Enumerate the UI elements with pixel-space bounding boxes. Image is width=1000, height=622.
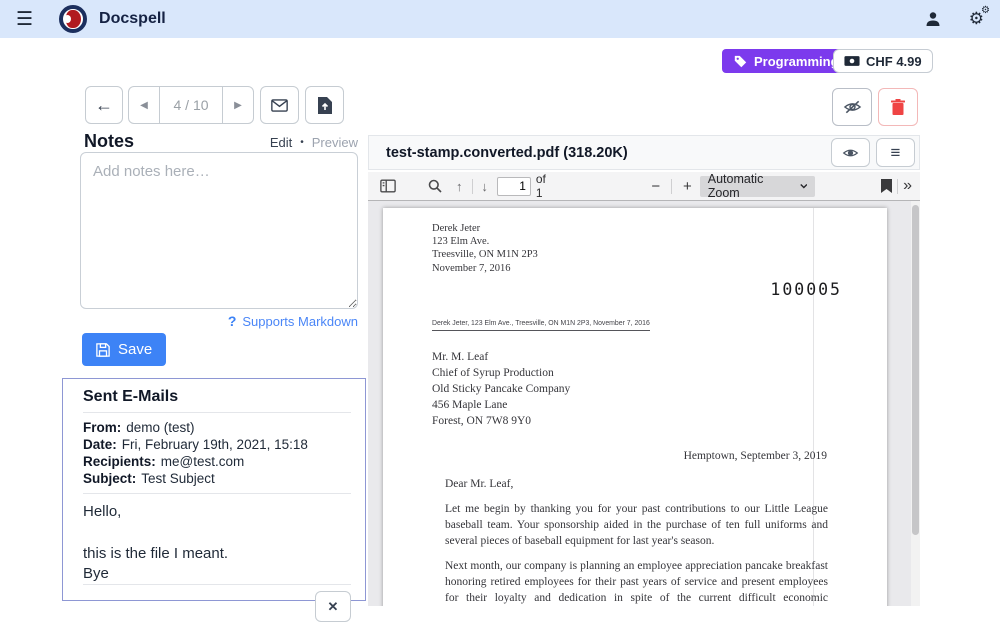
search-icon[interactable] xyxy=(428,179,442,193)
mail-footer: ✕ xyxy=(83,584,351,622)
find-next-icon[interactable]: ↓ xyxy=(477,179,492,194)
menu-icon: ≡ xyxy=(891,143,901,163)
attachment-file-title: test-stamp.converted.pdf (318.20K) xyxy=(386,145,628,161)
trash-icon xyxy=(891,99,905,115)
user-account-icon[interactable] xyxy=(925,11,941,27)
notes-preview-tab[interactable]: Preview xyxy=(312,135,358,150)
scrollbar-thumb[interactable] xyxy=(912,205,919,535)
file-upload-icon xyxy=(318,97,332,114)
mail-body: Hello, this is the file I meant. Bye xyxy=(83,494,351,584)
notes-header: Notes Edit • Preview xyxy=(84,131,358,152)
help-question-icon[interactable]: ? xyxy=(228,313,237,329)
notes-title: Notes xyxy=(84,131,134,152)
save-button[interactable]: Save xyxy=(82,333,166,366)
letter-dateline: Hemptown, September 3, 2019 xyxy=(684,450,827,462)
prev-item-button[interactable]: ◀ xyxy=(129,87,160,123)
view-attachment-button[interactable] xyxy=(831,138,870,167)
bookmark-icon[interactable] xyxy=(881,179,892,193)
price-label: CHF 4.99 xyxy=(866,54,922,69)
page-nav-group: ◀ 4 / 10 ▶ xyxy=(128,86,254,124)
money-icon xyxy=(844,55,860,67)
tag-badge-programming[interactable]: Programming xyxy=(722,49,851,73)
letter-paragraph: Let me begin by thanking you for your pa… xyxy=(445,502,828,549)
zoom-out-icon[interactable]: − xyxy=(645,178,666,195)
topbar-actions: ⚙⚙ xyxy=(925,9,984,29)
prev-triangle-icon: ◀ xyxy=(140,100,148,111)
mail-from-field: From:demo (test) xyxy=(83,419,351,436)
page-count-label: of 1 xyxy=(536,172,553,200)
app-title: Docspell xyxy=(99,10,166,28)
send-mail-button[interactable] xyxy=(260,86,299,124)
letter-body: Let me begin by thanking you for your pa… xyxy=(445,502,828,606)
pdf-page: Derek Jeter 123 Elm Ave. Treesville, ON … xyxy=(383,208,887,606)
envelope-icon xyxy=(271,99,288,112)
next-triangle-icon: ▶ xyxy=(234,100,242,111)
price-badge[interactable]: CHF 4.99 xyxy=(833,49,933,73)
markdown-hint-row: ? Supports Markdown xyxy=(80,313,358,329)
back-arrow-button[interactable]: ← xyxy=(85,86,123,124)
next-item-button[interactable]: ▶ xyxy=(222,87,253,123)
docspell-app: ☰ Docspell ⚙⚙ Programming CHF 4.99 ← ◀ 4… xyxy=(0,0,1000,606)
close-mail-panel-button[interactable]: ✕ xyxy=(315,591,351,622)
document-number-stamp: 100005 xyxy=(770,280,842,299)
topbar: ☰ Docspell ⚙⚙ xyxy=(0,0,1000,38)
docspell-logo xyxy=(59,5,87,33)
delete-item-button[interactable] xyxy=(878,88,918,126)
hamburger-menu-icon[interactable]: ☰ xyxy=(16,10,33,29)
eye-icon xyxy=(842,147,859,159)
pdf-scrollbar[interactable] xyxy=(911,201,920,606)
mail-recipients-field: Recipients:me@test.com xyxy=(83,453,351,470)
add-file-button[interactable] xyxy=(305,86,344,124)
letter-paragraph: Next month, our company is planning an e… xyxy=(445,559,828,606)
mail-subject-field: Subject:Test Subject xyxy=(83,470,351,487)
save-button-label: Save xyxy=(118,341,152,358)
tag-icon xyxy=(734,55,747,68)
logo-shape-cut xyxy=(64,15,71,23)
letter-salutation: Dear Mr. Leaf, xyxy=(445,478,513,490)
close-icon: ✕ xyxy=(328,599,339,615)
page-number-input[interactable] xyxy=(497,177,531,196)
item-position-indicator: 4 / 10 xyxy=(160,87,222,123)
sent-emails-title: Sent E-Mails xyxy=(83,388,351,413)
hide-preview-button[interactable] xyxy=(832,88,872,126)
notes-input[interactable] xyxy=(80,152,358,309)
tag-label: Programming xyxy=(754,54,839,69)
letter-recipient-address: Mr. M. Leaf Chief of Syrup Production Ol… xyxy=(432,349,570,429)
attachment-menu-button[interactable]: ≡ xyxy=(876,138,915,167)
notes-mode-switch: Edit • Preview xyxy=(270,135,358,150)
letter-sender-address: Derek Jeter 123 Elm Ave. Treesville, ON … xyxy=(432,222,538,275)
sent-emails-panel: Sent E-Mails From:demo (test) Date:Fri, … xyxy=(62,378,366,601)
zoom-in-icon[interactable]: + xyxy=(677,178,698,195)
floppy-disk-icon xyxy=(96,343,110,357)
more-tools-icon[interactable]: » xyxy=(903,177,912,195)
zoom-level-value: Automatic Zoom xyxy=(708,172,786,200)
attachment-header: test-stamp.converted.pdf (318.20K) ≡ xyxy=(368,135,920,170)
zoom-level-select[interactable]: Automatic Zoom xyxy=(700,176,815,197)
settings-gears-icon[interactable]: ⚙⚙ xyxy=(969,9,984,29)
mode-separator-dot: • xyxy=(300,137,304,148)
pdf-toolbar: ↑ ↓ of 1 − + Automatic Zoom » xyxy=(368,172,920,201)
letter-reference-line: Derek Jeter, 123 Elm Ave., Treesville, O… xyxy=(432,320,650,331)
sidebar-toggle-icon[interactable] xyxy=(380,179,396,193)
supports-markdown-link[interactable]: Supports Markdown xyxy=(242,314,358,329)
mail-date-field: Date:Fri, February 19th, 2021, 15:18 xyxy=(83,436,351,453)
notes-edit-tab[interactable]: Edit xyxy=(270,135,292,150)
pdf-viewport[interactable]: Derek Jeter 123 Elm Ave. Treesville, ON … xyxy=(368,201,920,606)
eye-slash-icon xyxy=(843,99,862,115)
chevron-down-icon xyxy=(800,183,808,189)
mail-meta-fields: From:demo (test) Date:Fri, February 19th… xyxy=(83,413,351,494)
back-arrow-icon: ← xyxy=(95,95,113,116)
find-previous-icon[interactable]: ↑ xyxy=(452,179,467,194)
